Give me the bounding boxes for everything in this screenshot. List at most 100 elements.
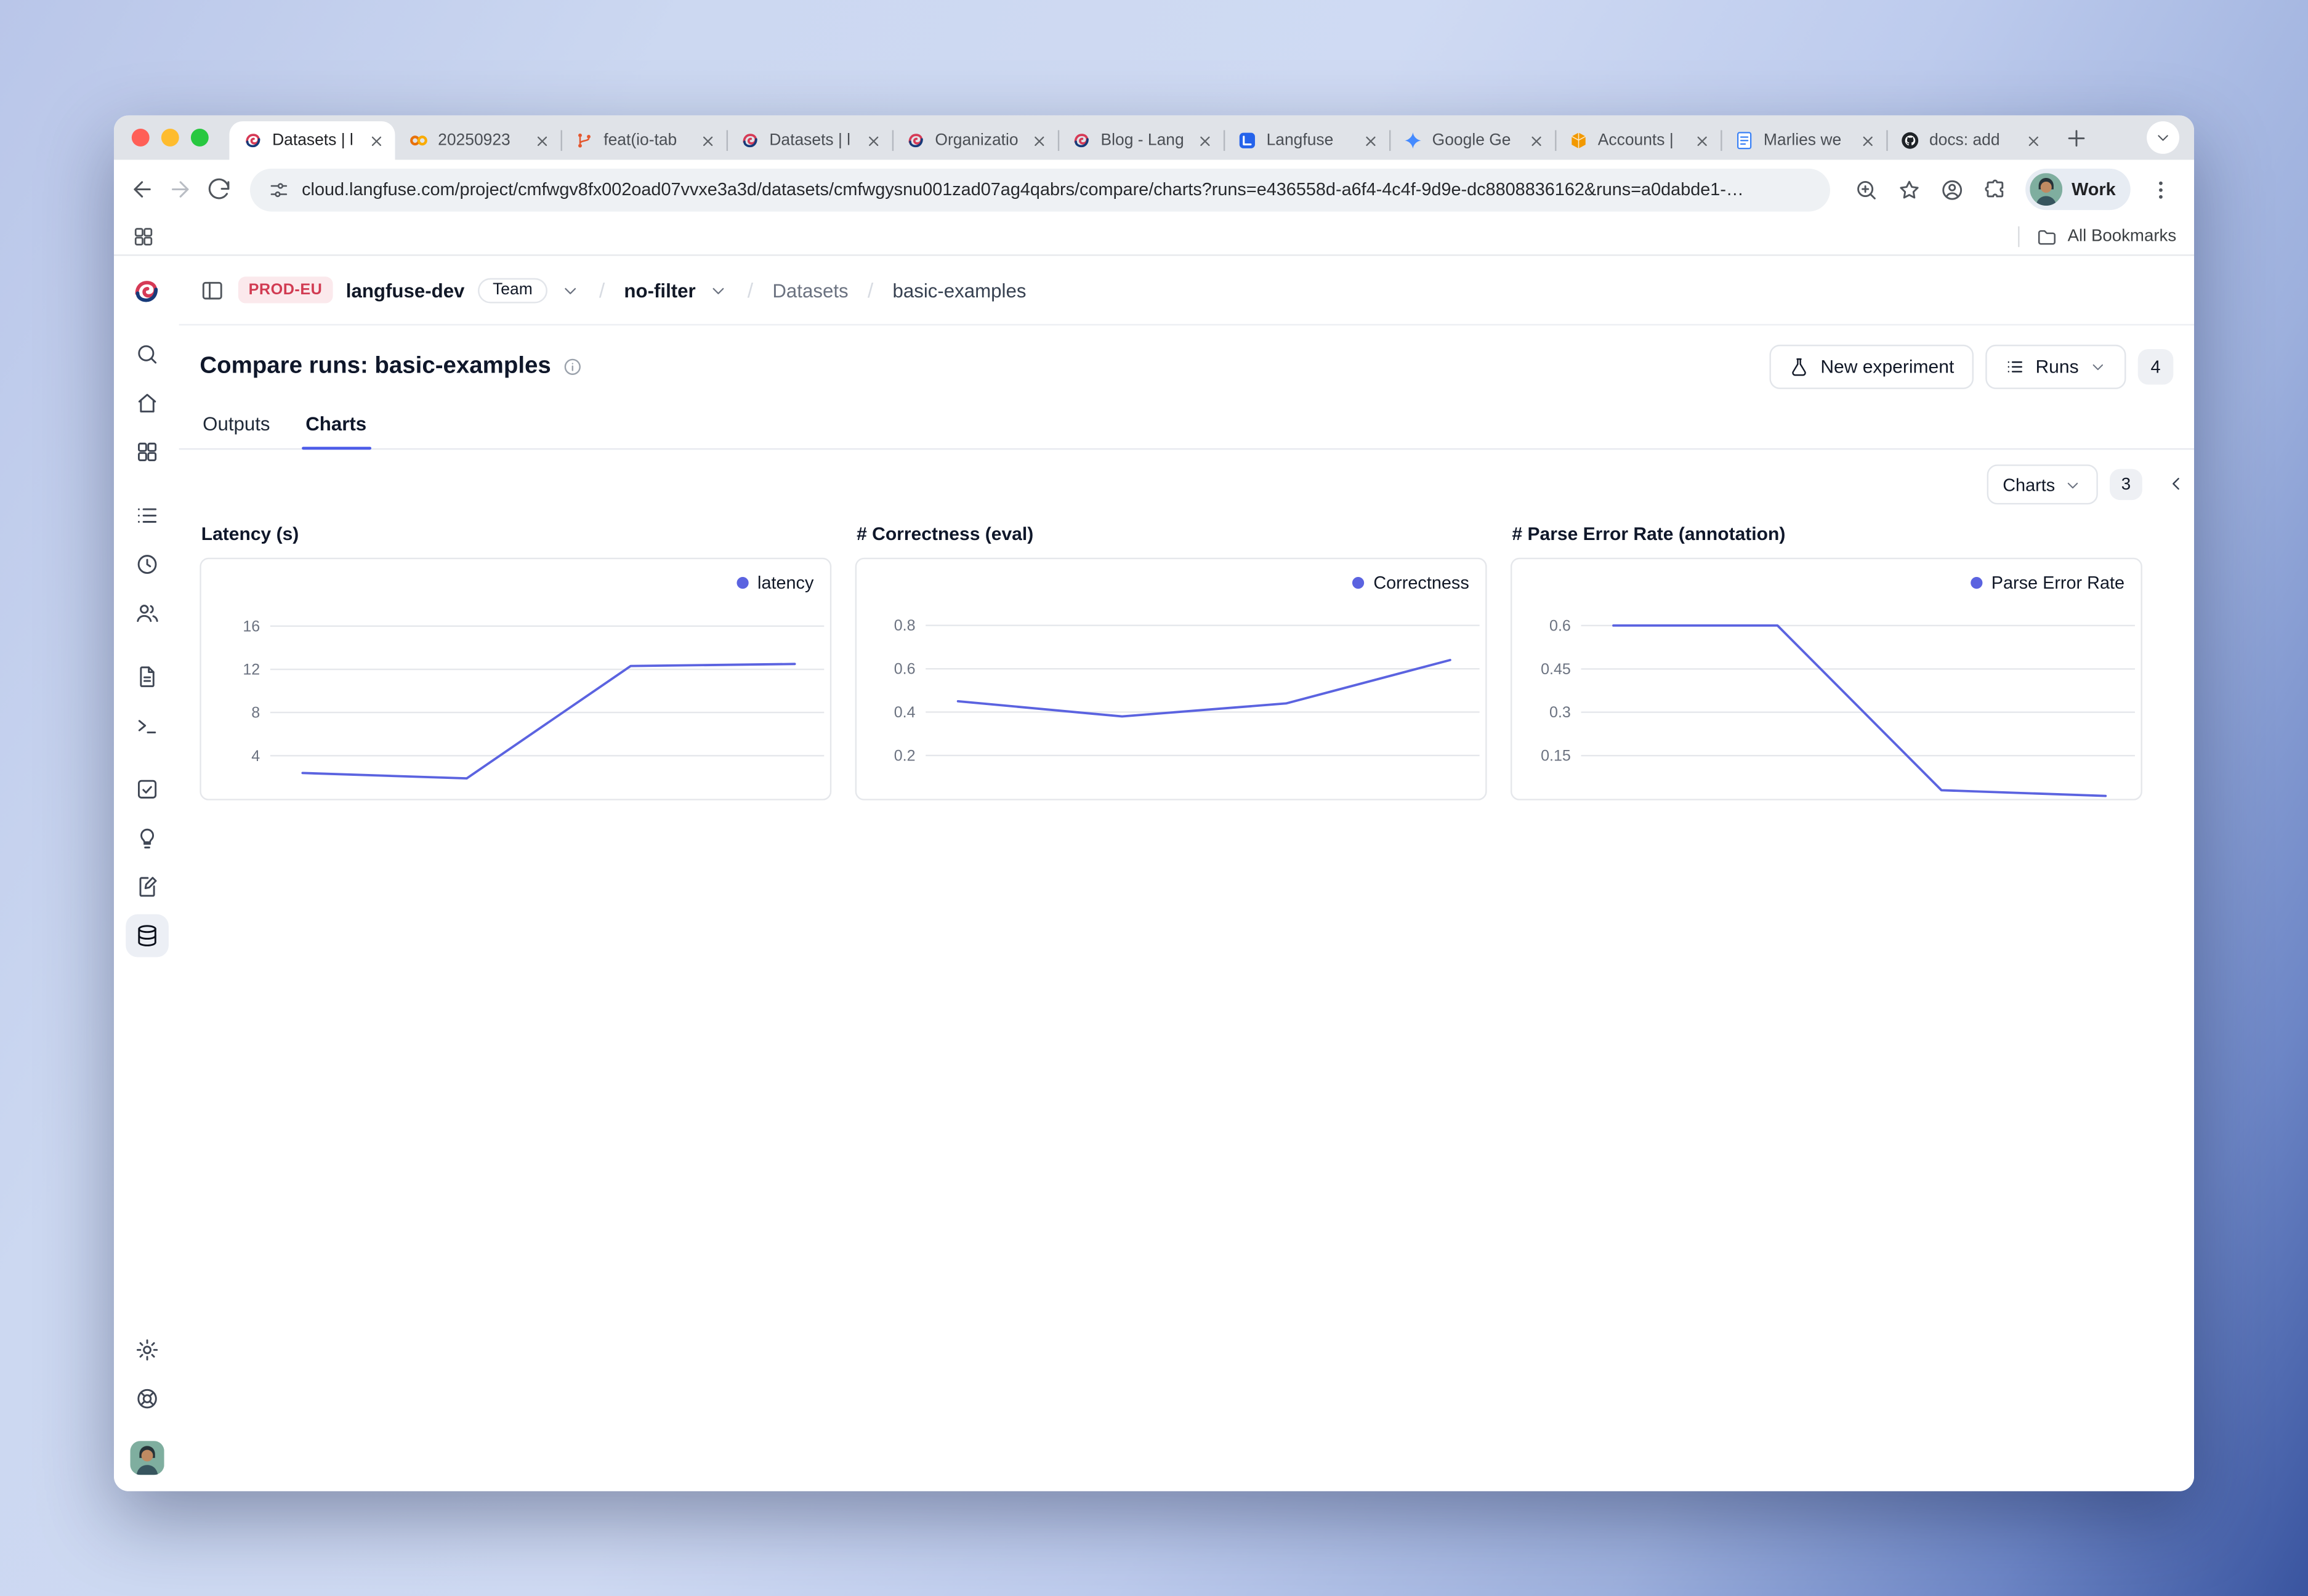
sidebar-item-support[interactable] (134, 1386, 159, 1411)
sidebar-item-users[interactable] (134, 600, 159, 626)
profile-chip[interactable]: Work (2026, 169, 2131, 210)
org-name[interactable]: langfuse-dev (346, 279, 465, 301)
sidebar-item-home[interactable] (134, 390, 159, 416)
tab-close-icon[interactable] (864, 131, 883, 150)
legend-label: Correctness (1373, 573, 1469, 594)
git-favicon-icon (574, 130, 595, 151)
new-experiment-button[interactable]: New experiment (1770, 345, 1974, 389)
window-controls (132, 129, 209, 147)
extensions-icon[interactable] (1983, 177, 2008, 202)
bookmarks-bar: All Bookmarks (114, 219, 2194, 256)
sidebar-item-evaluation[interactable] (134, 874, 159, 900)
apps-grid-icon[interactable] (132, 225, 155, 248)
svg-text:0.6: 0.6 (894, 661, 916, 678)
runs-dropdown-button[interactable]: Runs (1985, 345, 2126, 389)
tab-close-icon[interactable] (1527, 131, 1546, 150)
legend-label: Parse Error Rate (1991, 573, 2124, 594)
tab-close-icon[interactable] (1361, 131, 1380, 150)
browser-tab-1[interactable]: 20250923 (395, 121, 560, 159)
desktop-wallpaper: Datasets | l20250923feat(io-tabDatasets … (0, 0, 2308, 1596)
maximize-window-button[interactable] (191, 129, 209, 147)
langfuse-logo-icon[interactable] (130, 275, 163, 308)
zoom-icon[interactable] (1854, 177, 1879, 202)
browser-tab-10[interactable]: docs: add (1886, 121, 2052, 159)
account-circle-icon[interactable] (1940, 177, 1965, 202)
tab-close-icon[interactable] (533, 131, 552, 150)
chevron-down-icon (2154, 129, 2172, 147)
tab-close-icon[interactable] (1030, 131, 1049, 150)
clock-icon (134, 552, 159, 577)
tab-close-icon[interactable] (1858, 131, 1878, 150)
sidebar-item-tracing[interactable] (134, 503, 159, 528)
browser-tab-7[interactable]: Google Ge (1389, 121, 1555, 159)
site-info-icon[interactable] (268, 179, 290, 201)
sidebar-item-settings[interactable] (134, 1337, 159, 1363)
info-icon[interactable] (563, 357, 584, 377)
address-bar[interactable]: cloud.langfuse.com/project/cmfwgv8fx002o… (250, 168, 1830, 211)
bookmark-star-icon[interactable] (1897, 177, 1923, 202)
browser-tab-8[interactable]: Accounts | (1555, 121, 1721, 159)
toolbar-actions: Work (1848, 169, 2179, 210)
app-sidebar (114, 256, 179, 1491)
browser-tab-9[interactable]: Marlies we (1721, 121, 1886, 159)
tab-title: Langfuse (1267, 132, 1352, 150)
svg-text:0.4: 0.4 (894, 704, 916, 721)
new-tab-button[interactable] (2064, 125, 2089, 150)
breadcrumb-separator: / (748, 278, 753, 302)
project-name[interactable]: no-filter (624, 279, 695, 301)
tab-outputs[interactable]: Outputs (203, 402, 270, 448)
line-chart-svg: 0.150.30.450.6 (1512, 559, 2141, 799)
back-button[interactable] (129, 176, 155, 203)
org-switcher-chevron-icon[interactable] (560, 280, 579, 299)
tab-title: feat(io-tab (603, 132, 689, 150)
sidebar-item-dashboard[interactable] (134, 440, 159, 465)
legend-label: latency (757, 573, 813, 594)
browser-tab-0[interactable]: Datasets | l (229, 121, 395, 159)
support-icon (134, 1386, 159, 1411)
charts-filter-button[interactable]: Charts (1987, 464, 2098, 504)
tab-close-icon[interactable] (2024, 131, 2043, 150)
project-switcher-chevron-icon[interactable] (709, 280, 728, 299)
browser-tab-6[interactable]: Langfuse (1224, 121, 1389, 159)
browser-tab-2[interactable]: feat(io-tab (561, 121, 727, 159)
tab-close-icon[interactable] (698, 131, 717, 150)
chart-block-2: # Parse Error Rate (annotation)0.150.30.… (1511, 524, 2142, 800)
chart-title: Latency (s) (201, 524, 831, 545)
sidebar-item-clock[interactable] (134, 552, 159, 577)
forward-button[interactable] (167, 176, 193, 203)
legend-dot-icon (736, 577, 748, 589)
tab-search-button[interactable] (2147, 121, 2179, 154)
browser-tab-5[interactable]: Blog - Lang (1058, 121, 1224, 159)
langfuse-favicon-icon (905, 130, 926, 151)
close-window-button[interactable] (132, 129, 150, 147)
sidebar-item-search[interactable] (134, 342, 159, 367)
tab-title: Organizatio (935, 132, 1020, 150)
reload-button[interactable] (206, 176, 232, 203)
tab-close-icon[interactable] (1195, 131, 1214, 150)
view-tabs: Outputs Charts (179, 402, 2194, 449)
tab-close-icon[interactable] (1693, 131, 1712, 150)
breadcrumb-datasets-link[interactable]: Datasets (772, 279, 848, 301)
sidebar-item-prompts[interactable] (134, 664, 159, 690)
sidebar-toggle-icon[interactable] (200, 277, 225, 302)
env-badge[interactable]: PROD-EU (238, 276, 333, 303)
breadcrumb-separator: / (868, 278, 873, 302)
profile-name: Work (2072, 179, 2116, 200)
sidebar-item-scores[interactable] (134, 776, 159, 802)
browser-menu-icon[interactable] (2149, 177, 2174, 202)
scores-icon (134, 776, 159, 802)
gemini-favicon-icon (1403, 130, 1424, 151)
browser-tab-4[interactable]: Organizatio (892, 121, 1058, 159)
user-avatar[interactable] (129, 1441, 163, 1475)
tab-close-icon[interactable] (367, 131, 386, 150)
collapse-panel-icon[interactable] (2166, 474, 2187, 494)
sidebar-item-datasets[interactable] (134, 923, 159, 948)
tab-charts[interactable]: Charts (305, 402, 366, 448)
all-bookmarks-label[interactable]: All Bookmarks (2068, 228, 2177, 246)
list-icon (2004, 357, 2025, 377)
minimize-window-button[interactable] (161, 129, 179, 147)
browser-tab-3[interactable]: Datasets | l (727, 121, 892, 159)
sidebar-item-terminal[interactable] (134, 713, 159, 738)
prompts-icon (134, 664, 159, 690)
sidebar-item-lightbulb[interactable] (134, 826, 159, 851)
